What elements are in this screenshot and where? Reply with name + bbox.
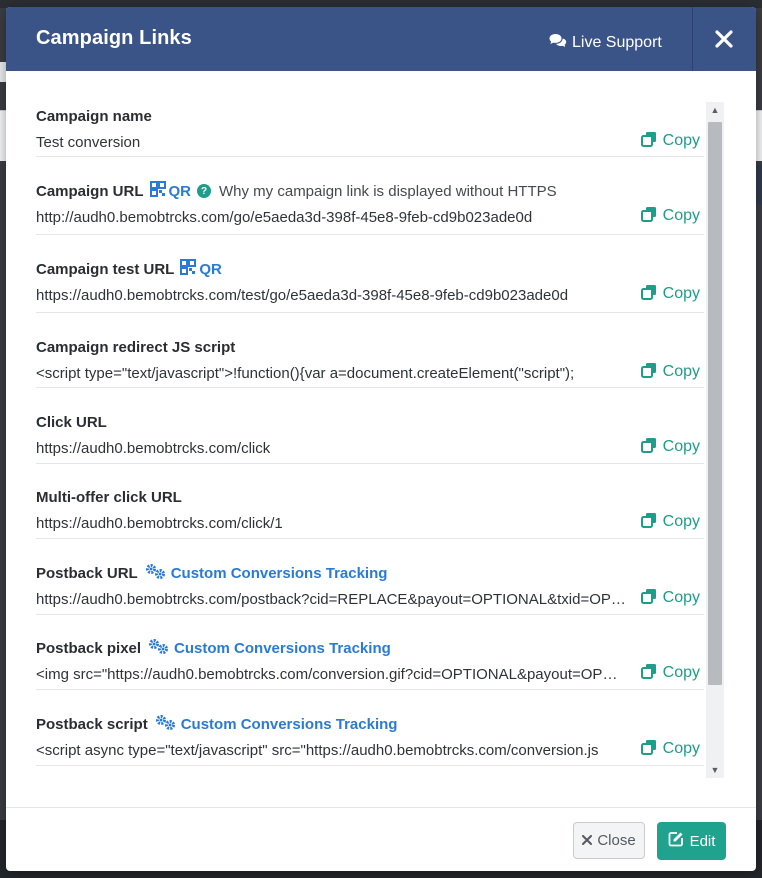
field-value: https://audh0.bemobtrcks.com/click <box>36 440 271 457</box>
custom-conversions-tracking-link[interactable]: Custom Conversions Tracking <box>145 563 388 583</box>
modal-body: Campaign name Test conversion Copy Campa… <box>6 71 756 807</box>
copy-icon <box>640 663 657 684</box>
field-campaign-url: Campaign URL QR ? Why my campaign link i… <box>36 181 704 235</box>
copy-button[interactable]: Copy <box>640 511 700 533</box>
scrollbar[interactable]: ▲ ▼ <box>706 102 724 778</box>
copy-icon <box>640 131 657 152</box>
live-support-button[interactable]: Live Support <box>549 31 662 55</box>
copy-label: Copy <box>662 438 700 455</box>
field-value: https://audh0.bemobtrcks.com/postback?ci… <box>36 591 626 608</box>
copy-button[interactable]: Copy <box>640 283 700 305</box>
copy-icon <box>640 284 657 305</box>
copy-button[interactable]: Copy <box>640 130 700 152</box>
qr-link[interactable]: QR <box>180 259 222 279</box>
copy-icon <box>640 206 657 227</box>
field-value: <script async type="text/javascript" src… <box>36 742 599 759</box>
field-click-url: Click URL https://audh0.bemobtrcks.com/c… <box>36 412 704 464</box>
field-label: Postback URL <box>36 564 138 582</box>
close-label: Close <box>597 832 636 849</box>
scroll-up-arrow-icon[interactable]: ▲ <box>706 102 724 118</box>
copy-label: Copy <box>662 285 700 302</box>
field-campaign-name: Campaign name Test conversion Copy <box>36 106 704 157</box>
field-value: https://audh0.bemobtrcks.com/click/1 <box>36 515 283 532</box>
close-icon <box>582 832 593 849</box>
scroll-down-arrow-icon[interactable]: ▼ <box>706 762 724 778</box>
field-value: Test conversion <box>36 134 141 151</box>
copy-button[interactable]: Copy <box>640 361 700 383</box>
field-postback-url: Postback URL Custom Conversions Tracking… <box>36 563 704 615</box>
modal-header: Campaign Links Live Support <box>6 7 756 71</box>
field-label: Campaign redirect JS script <box>36 338 236 356</box>
field-postback-pixel: Postback pixel Custom Conversions Tracki… <box>36 638 704 690</box>
edit-label: Edit <box>689 832 716 850</box>
field-label: Campaign test URL <box>36 260 175 278</box>
qr-label: QR <box>168 182 192 200</box>
gears-icon <box>148 638 170 658</box>
field-value: <img src="https://audh0.bemobtrcks.com/c… <box>36 666 626 683</box>
field-value: http://audh0.bemobtrcks.com/go/e5aeda3d-… <box>36 209 533 226</box>
copy-label: Copy <box>662 363 700 380</box>
field-label: Campaign name <box>36 107 152 125</box>
custom-conversions-tracking-label: Custom Conversions Tracking <box>170 564 388 582</box>
close-button[interactable]: Close <box>573 822 645 859</box>
copy-label: Copy <box>662 589 700 606</box>
qr-link[interactable]: QR <box>149 181 192 201</box>
copy-label: Copy <box>662 664 700 681</box>
qr-code-icon <box>180 259 197 279</box>
gears-icon <box>155 714 177 734</box>
campaign-links-modal: Campaign Links Live Support Campaign nam… <box>6 7 756 871</box>
copy-button[interactable]: Copy <box>640 662 700 684</box>
scroll-thumb[interactable] <box>708 122 722 685</box>
copy-label: Copy <box>662 207 700 224</box>
edit-button[interactable]: Edit <box>657 822 726 860</box>
field-value: https://audh0.bemobtrcks.com/test/go/e5a… <box>36 287 569 304</box>
field-redirect-js-script: Campaign redirect JS script <script type… <box>36 337 704 388</box>
help-icon[interactable]: ? <box>197 184 212 198</box>
copy-label: Copy <box>662 740 700 757</box>
copy-icon <box>640 437 657 458</box>
qr-label: QR <box>199 260 222 278</box>
gears-icon <box>145 563 167 583</box>
custom-conversions-tracking-label: Custom Conversions Tracking <box>180 715 398 733</box>
copy-label: Copy <box>662 132 700 149</box>
copy-button[interactable]: Copy <box>640 738 700 760</box>
copy-icon <box>640 512 657 533</box>
copy-button[interactable]: Copy <box>640 587 700 609</box>
field-label: Click URL <box>36 413 107 431</box>
modal-footer: Close Edit <box>6 807 756 871</box>
modal-title: Campaign Links <box>36 27 192 49</box>
copy-label: Copy <box>662 513 700 530</box>
custom-conversions-tracking-link[interactable]: Custom Conversions Tracking <box>148 638 391 658</box>
chat-bubbles-icon <box>549 33 567 53</box>
copy-button[interactable]: Copy <box>640 436 700 458</box>
live-support-label: Live Support <box>572 34 662 51</box>
copy-icon <box>640 739 657 760</box>
close-icon[interactable] <box>706 21 742 57</box>
qr-code-icon <box>149 181 166 201</box>
field-label: Postback script <box>36 715 148 733</box>
field-multi-offer-click-url: Multi-offer click URL https://audh0.bemo… <box>36 487 704 539</box>
field-label: Multi-offer click URL <box>36 488 182 506</box>
field-campaign-test-url: Campaign test URL QR https://audh0.bemob… <box>36 259 704 313</box>
copy-icon <box>640 362 657 383</box>
field-postback-script: Postback script Custom Conversions Track… <box>36 714 704 766</box>
copy-icon <box>640 588 657 609</box>
edit-icon <box>668 831 684 851</box>
custom-conversions-tracking-link[interactable]: Custom Conversions Tracking <box>155 714 398 734</box>
https-note[interactable]: Why my campaign link is displayed withou… <box>219 183 557 200</box>
field-label: Postback pixel <box>36 639 142 657</box>
header-divider <box>692 7 693 71</box>
copy-button[interactable]: Copy <box>640 205 700 227</box>
custom-conversions-tracking-label: Custom Conversions Tracking <box>174 639 391 657</box>
field-label: Campaign URL <box>36 182 144 200</box>
field-value: <script type="text/javascript">!function… <box>36 365 575 382</box>
